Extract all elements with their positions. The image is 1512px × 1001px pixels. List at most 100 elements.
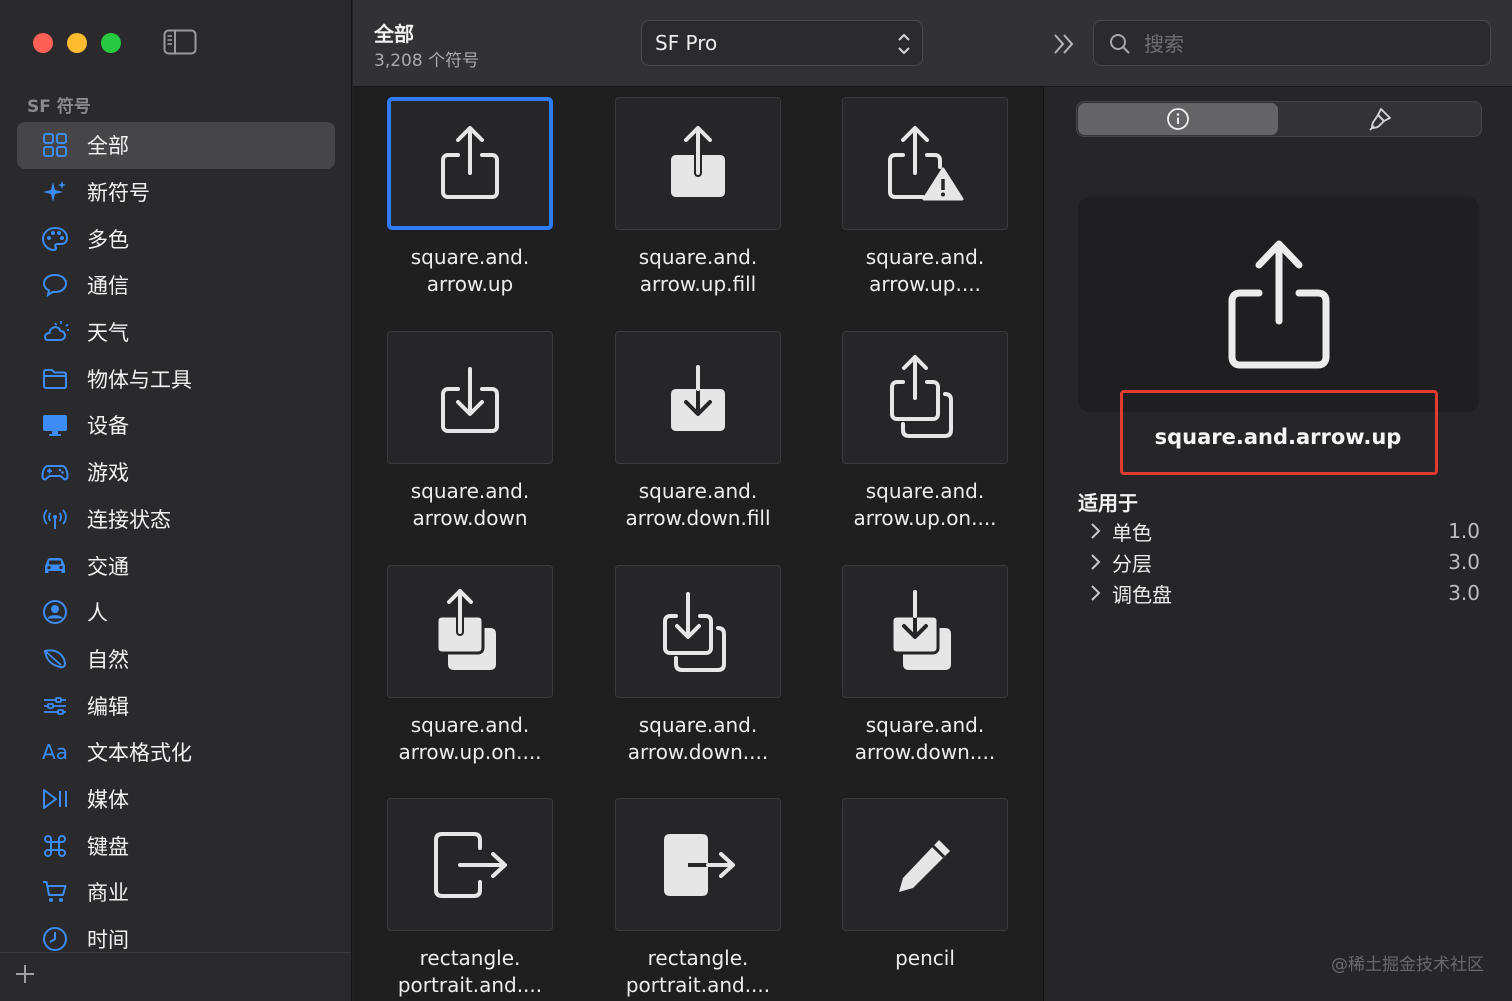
symbol-preview: [1078, 197, 1479, 412]
leaf-icon: [43, 649, 67, 669]
sidebar-toggle-icon[interactable]: [163, 29, 197, 55]
chevron-double-right-icon[interactable]: [1050, 30, 1078, 58]
symbol-cell[interactable]: square.and. arrow.down.fill: [615, 331, 781, 532]
sidebar-item-devices[interactable]: 设备: [17, 402, 335, 449]
sidebar-item-objects-tools[interactable]: 物体与工具: [17, 355, 335, 402]
sidebar-item-label: 编辑: [87, 694, 129, 719]
sidebar-item-label: 物体与工具: [87, 367, 192, 392]
availability-row[interactable]: 单色 1.0: [1088, 516, 1480, 546]
antenna-icon: [43, 509, 67, 529]
page-title: 全部: [374, 22, 414, 46]
sidebar-item-label: 时间: [87, 928, 129, 953]
sidebar-footer: [0, 952, 351, 1001]
symbol-tile[interactable]: [615, 97, 781, 230]
sidebar-item-label: 键盘: [87, 834, 129, 859]
symbol-tile[interactable]: [387, 798, 553, 931]
sidebar-item-label: 全部: [87, 134, 129, 159]
symbol-tile[interactable]: [842, 331, 1008, 464]
square-and-arrow-down-icon: [441, 366, 499, 433]
sidebar-item-label: 通信: [87, 274, 129, 299]
font-select[interactable]: SF Pro: [641, 20, 923, 66]
sidebar-item-nature[interactable]: 自然: [17, 636, 335, 683]
sidebar-item-label: 新符号: [87, 181, 150, 206]
sidebar-item-text-formatting[interactable]: Aa 文本格式化: [17, 729, 335, 776]
symbol-label: rectangle. portrait.and....: [625, 946, 771, 997]
symbol-cell[interactable]: square.and. arrow.up....: [842, 97, 1008, 298]
toolbar: 全部 3,208 个符号 SF Pro: [353, 0, 1512, 87]
symbol-cell[interactable]: square.and. arrow.down: [387, 331, 553, 532]
cart-icon: [43, 881, 67, 903]
sidebar-item-connectivity[interactable]: 连接状态: [17, 496, 335, 543]
sidebar-item-keyboard[interactable]: 键盘: [17, 822, 335, 869]
symbol-cell[interactable]: square.and. arrow.up: [387, 97, 553, 298]
symbol-tile[interactable]: [387, 97, 553, 230]
sidebar-item-commerce[interactable]: 商业: [17, 869, 335, 916]
sidebar-item-weather[interactable]: 天气: [17, 309, 335, 356]
sidebar-item-label: 游戏: [87, 461, 129, 486]
sidebar-item-human[interactable]: 人: [17, 589, 335, 636]
symbol-cell[interactable]: square.and. arrow.up.on....: [842, 331, 1008, 532]
sidebar-item-transportation[interactable]: 交通: [17, 542, 335, 589]
search-input[interactable]: [1142, 29, 1476, 59]
sidebar-item-communication[interactable]: 通信: [17, 262, 335, 309]
symbol-cell[interactable]: rectangle. portrait.and....: [615, 798, 781, 999]
sidebar: SF 符号 全部 新符号 多色 通信 天气 物体与工具 设备 游戏 连接状态 交…: [0, 0, 352, 1001]
chevron-right-icon: [1091, 585, 1101, 601]
close-window-button[interactable]: [33, 33, 53, 53]
symbol-tile[interactable]: [615, 331, 781, 464]
symbol-tile[interactable]: [615, 565, 781, 698]
symbol-cell[interactable]: square.and. arrow.up.on....: [387, 565, 553, 766]
info-icon: [1167, 108, 1189, 130]
symbol-grid: square.and. arrow.up square.and. arrow.u…: [353, 87, 1042, 1001]
symbol-label: square.and. arrow.down.fill: [625, 479, 771, 530]
watermark: @稀土掘金技术社区: [1331, 955, 1484, 975]
symbol-cell[interactable]: square.and. arrow.down....: [842, 565, 1008, 766]
square-and-arrow-up-on-square-icon: [890, 354, 953, 438]
sidebar-item-label: 连接状态: [87, 507, 171, 532]
sparkles-icon: [43, 181, 66, 203]
minimize-window-button[interactable]: [67, 33, 87, 53]
availability-title: 适用于: [1078, 491, 1138, 515]
square-and-arrow-up-icon: [1228, 240, 1329, 368]
font-select-value: SF Pro: [655, 31, 718, 55]
sidebar-item-media[interactable]: 媒体: [17, 776, 335, 823]
add-icon[interactable]: [12, 961, 38, 987]
symbol-cell[interactable]: pencil: [842, 798, 1008, 972]
chevron-up-down-icon: [898, 33, 910, 55]
symbol-tile[interactable]: [842, 798, 1008, 931]
symbol-label: square.and. arrow.up.on....: [853, 479, 997, 530]
tab-rendering[interactable]: [1280, 103, 1480, 135]
symbol-name: square.and.arrow.up: [1154, 425, 1402, 449]
symbol-tile[interactable]: [842, 97, 1008, 230]
symbol-label: square.and. arrow.down....: [627, 713, 769, 764]
textformat-icon: Aa: [42, 740, 68, 765]
sidebar-item-label: 交通: [87, 554, 129, 579]
availability-row[interactable]: 分层 3.0: [1088, 547, 1480, 577]
symbol-label: square.and. arrow.down....: [854, 713, 996, 764]
maximize-window-button[interactable]: [101, 33, 121, 53]
rendering-mode-name: 调色盘: [1112, 582, 1172, 607]
command-icon: [44, 834, 66, 857]
sidebar-item-gaming[interactable]: 游戏: [17, 449, 335, 496]
availability-row[interactable]: 调色盘 3.0: [1088, 578, 1480, 608]
symbol-tile[interactable]: [842, 565, 1008, 698]
sidebar-item-multicolor[interactable]: 多色: [17, 215, 335, 262]
sidebar-item-all[interactable]: 全部: [17, 122, 335, 169]
sidebar-item-label: 自然: [87, 647, 129, 672]
symbol-cell[interactable]: square.and. arrow.down....: [615, 565, 781, 766]
symbol-cell[interactable]: rectangle. portrait.and....: [387, 798, 553, 999]
square-and-arrow-up-icon: [441, 125, 499, 199]
symbol-cell[interactable]: square.and. arrow.up.fill: [615, 97, 781, 298]
sidebar-category-list: 全部 新符号 多色 通信 天气 物体与工具 设备 游戏 连接状态 交通 人 自然…: [17, 122, 335, 962]
search-field[interactable]: [1093, 20, 1491, 66]
symbol-tile[interactable]: [387, 565, 553, 698]
sidebar-item-new[interactable]: 新符号: [17, 169, 335, 216]
sidebar-item-label: 商业: [87, 881, 129, 906]
square-and-arrow-up-trianglebadge-icon: [888, 125, 964, 200]
tab-info[interactable]: [1078, 103, 1278, 135]
symbol-tile[interactable]: [387, 331, 553, 464]
symbol-tile[interactable]: [615, 798, 781, 931]
rendering-mode-version: 3.0: [1448, 581, 1480, 605]
sidebar-item-editing[interactable]: 编辑: [17, 682, 335, 729]
symbol-label: square.and. arrow.up: [410, 245, 530, 296]
